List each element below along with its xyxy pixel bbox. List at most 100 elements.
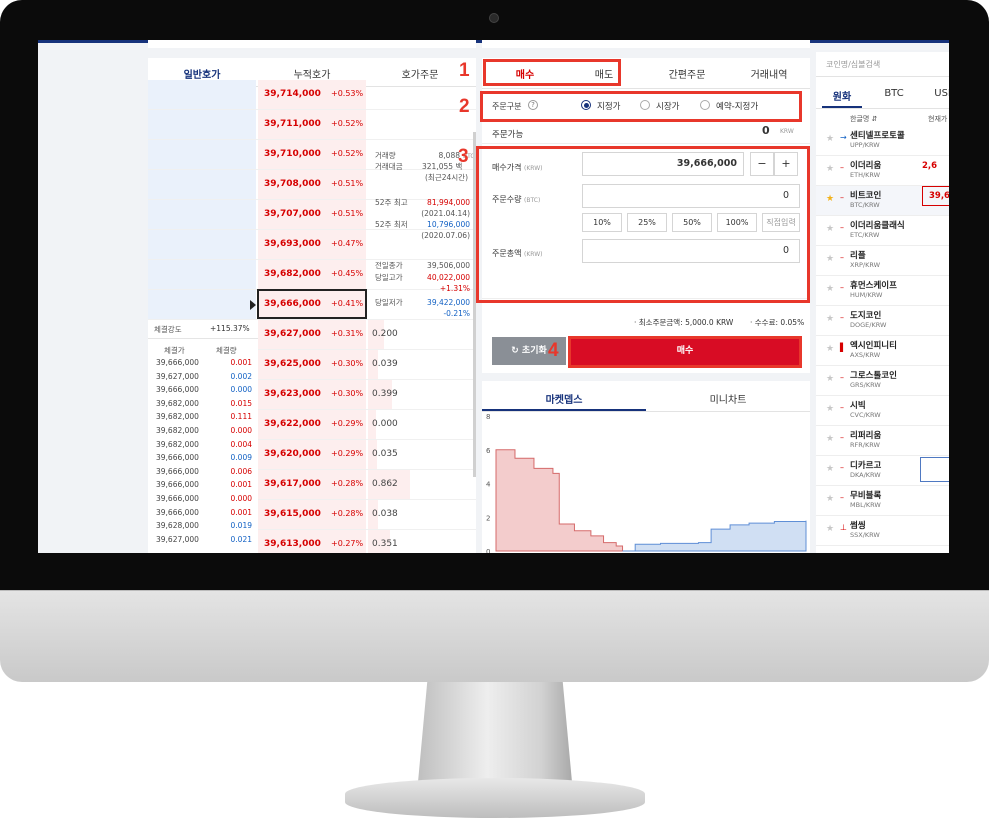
tab-general-quote[interactable]: 일반호가 <box>148 66 256 81</box>
depth-chart-panel: 마켓뎁스 미니차트 8 6 4 2 0 <box>482 381 810 553</box>
coin-name: 그로스톨코인 <box>850 371 897 381</box>
trend-icon: ⊥ <box>840 523 847 532</box>
coin-row[interactable]: ★ – 그로스톨코인 GRS/KRW <box>816 366 949 396</box>
trade-qty: 0.000 <box>230 426 252 435</box>
highlight-box-3 <box>476 146 810 303</box>
ask-price: 39,711,000 <box>264 119 321 129</box>
bid-qty: 0.000 <box>372 419 398 429</box>
coin-row[interactable]: ★ → 센티넬프로토콜 UPP/KRW <box>816 126 949 156</box>
coin-row[interactable]: ★ ⊥ 썸씽 SSX/KRW <box>816 516 949 546</box>
star-icon[interactable]: ★ <box>826 314 834 324</box>
bid-change-pct: +0.29% <box>331 449 364 458</box>
day-low-pct: -0.21% <box>443 309 470 318</box>
star-icon[interactable]: ★ <box>826 374 834 384</box>
trend-icon: – <box>840 463 844 472</box>
highlight-box-2 <box>480 91 802 122</box>
coin-price: 39,6 <box>922 186 949 206</box>
star-icon[interactable]: ★ <box>826 134 834 144</box>
coin-row[interactable]: ★ – 리플 XRP/KRW <box>816 246 949 276</box>
coin-row[interactable]: ★ – 시빅 CVC/KRW <box>816 396 949 426</box>
coin-row[interactable]: ★ – 이더리움클래식 ETC/KRW <box>816 216 949 246</box>
star-icon[interactable]: ★ <box>826 164 834 174</box>
coin-row[interactable]: ★ – 무비블록 MBL/KRW <box>816 486 949 516</box>
trade-qty: 0.000 <box>230 385 252 395</box>
ask-change-pct: +0.52% <box>331 149 364 158</box>
tab-trade-history[interactable]: 거래내역 <box>734 66 804 81</box>
prev-close-label: 전일종가 <box>375 261 403 270</box>
trades-qty-header: 체결량 <box>216 346 237 355</box>
trade-price: 39,682,000 <box>156 439 199 449</box>
tab-market-usdt[interactable]: USDT <box>928 88 949 99</box>
bid-qty: 0.200 <box>372 329 398 339</box>
tab-quote-order[interactable]: 호가주문 <box>366 66 474 81</box>
trade-row: 39,666,000 0.000 <box>148 385 258 398</box>
star-icon[interactable]: ★ <box>826 284 834 294</box>
bid-change-pct: +0.30% <box>331 389 364 398</box>
search-divider <box>816 76 949 77</box>
trade-qty: 0.019 <box>230 521 252 531</box>
high52-date: (2021.04.14) <box>421 209 470 218</box>
coin-name: 이더리움클래식 <box>850 221 905 231</box>
trend-icon: – <box>840 163 844 172</box>
coin-symbol: ETC/KRW <box>850 231 880 239</box>
available-unit: KRW <box>780 128 794 135</box>
bid-qty: 0.035 <box>372 449 398 459</box>
tab-market-depth[interactable]: 마켓뎁스 <box>482 391 646 406</box>
star-icon[interactable]: ★ <box>826 404 834 414</box>
coin-row[interactable]: ★ – 리퍼리움 RFR/KRW <box>816 426 949 456</box>
star-icon[interactable]: ★ <box>826 224 834 234</box>
order-top-strip <box>482 40 810 48</box>
trade-qty: 0.001 <box>230 358 252 367</box>
tab-mini-chart[interactable]: 미니차트 <box>646 391 810 406</box>
tab-cumulative-quote[interactable]: 누적호가 <box>258 66 366 81</box>
coin-name-header[interactable]: 한글명 ⇵ <box>850 114 877 124</box>
ask-change-pct: +0.52% <box>331 119 364 128</box>
coin-search-input[interactable]: 코인명/심볼검색 <box>826 59 880 70</box>
star-icon[interactable]: ★ <box>826 434 834 444</box>
coin-symbol: MBL/KRW <box>850 501 881 509</box>
coin-row[interactable]: ★ – 이더리움 ETH/KRW 2,6 <box>816 156 949 186</box>
star-icon[interactable]: ★ <box>826 464 834 474</box>
bid-change-pct: +0.27% <box>331 539 364 548</box>
coin-row[interactable]: ★ – 휴먼스케이프 HUM/KRW <box>816 276 949 306</box>
screen: 일반호가 누적호가 호가주문 0.00139,714,000+0.53%0.12… <box>38 40 949 553</box>
tab-market-btc[interactable]: BTC <box>874 88 914 99</box>
bid-change-pct: +0.28% <box>331 479 364 488</box>
coin-row[interactable]: ★ – 비트코인 BTC/KRW 39,6 <box>816 186 949 216</box>
coin-name: 엑시인피니티 <box>850 341 897 351</box>
coin-row[interactable]: ★ – 디카르고 DKA/KRW <box>816 456 949 486</box>
star-icon[interactable]: ★ <box>826 254 834 264</box>
bid-price: 39,615,000 <box>264 509 321 519</box>
highlight-box-4 <box>568 336 802 368</box>
coin-price-header[interactable]: 현재가 <box>928 114 947 124</box>
camera-icon <box>489 13 499 23</box>
trend-icon: – <box>840 193 844 202</box>
ask-price: 39,707,000 <box>264 209 321 219</box>
trend-icon: – <box>840 283 844 292</box>
trade-price: 39,666,000 <box>156 480 199 490</box>
reset-icon: ↻ <box>511 346 522 356</box>
star-icon[interactable]: ★ <box>826 524 834 534</box>
coin-row[interactable]: ★ ▌ 엑시인피니티 AXS/KRW <box>816 336 949 366</box>
star-icon[interactable]: ★ <box>826 344 834 354</box>
strength-label: 체결강도 <box>154 325 182 334</box>
coin-symbol: DKA/KRW <box>850 471 881 479</box>
star-icon[interactable]: ★ <box>826 494 834 504</box>
coin-row[interactable]: ★ – 도지코인 DOGE/KRW <box>816 306 949 336</box>
bid-qty: 0.399 <box>372 389 398 399</box>
monitor-stand-base <box>345 778 645 818</box>
ask-price: 39,682,000 <box>264 269 321 279</box>
trade-price: 39,627,000 <box>156 534 199 544</box>
ask-row[interactable]: 0.12439,711,000+0.52% <box>148 110 476 140</box>
monitor-stand-neck <box>418 682 572 782</box>
day-high-pct: +1.31% <box>439 284 470 293</box>
tab-market-krw[interactable]: 원화 <box>822 88 862 103</box>
bid-qty: 0.038 <box>372 509 398 519</box>
y-tick-label: 6 <box>486 447 491 455</box>
coin-symbol: DOGE/KRW <box>850 321 887 329</box>
tab-simple-order[interactable]: 간편주문 <box>652 66 722 81</box>
star-icon[interactable]: ★ <box>826 194 834 204</box>
ask-change-pct: +0.53% <box>331 89 364 98</box>
coin-symbol: GRS/KRW <box>850 381 881 389</box>
ask-row[interactable]: 0.00139,714,000+0.53% <box>148 80 476 110</box>
